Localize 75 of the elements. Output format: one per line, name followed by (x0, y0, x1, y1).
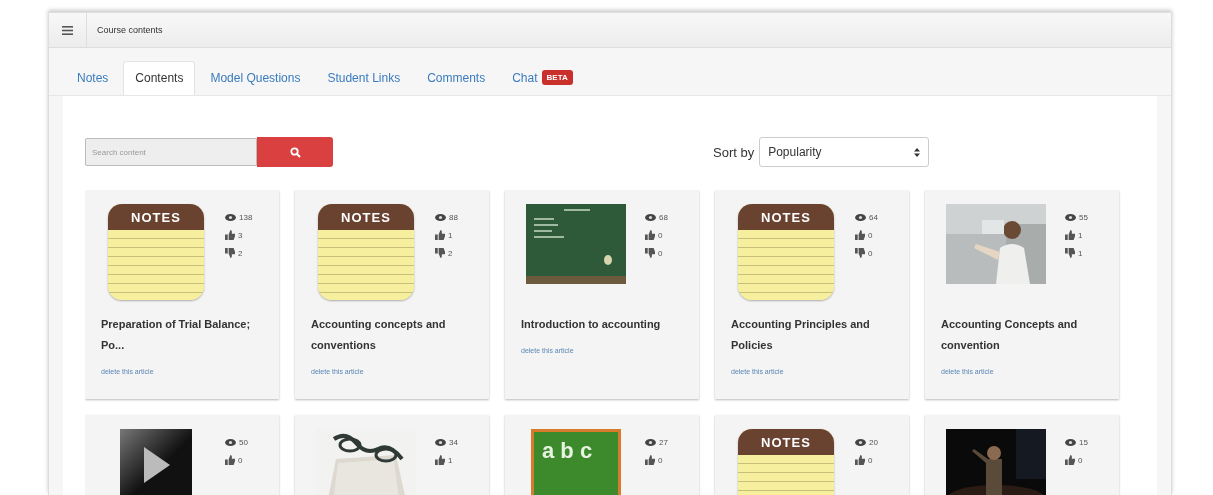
dislike-count: 1 (1078, 248, 1083, 258)
view-count: 55 (1079, 212, 1088, 222)
tab[interactable]: Model Questions (198, 61, 313, 95)
letters-label: a b c (541, 437, 594, 464)
thumbs-up-icon (1065, 455, 1075, 465)
beta-badge: BETA (541, 70, 573, 85)
tab[interactable]: Comments (415, 61, 498, 95)
eye-icon (645, 212, 656, 222)
notes-label: NOTES (761, 434, 811, 450)
tab[interactable]: Notes (65, 61, 121, 95)
thumbs-down-icon (855, 248, 865, 258)
like-count: 0 (868, 230, 873, 240)
tab[interactable]: Student Links (315, 61, 413, 95)
view-count: 27 (659, 437, 668, 447)
view-count: 64 (869, 212, 878, 222)
article-title[interactable]: Introduction to accounting (521, 314, 681, 335)
notes-label: NOTES (761, 209, 811, 225)
dislike-count: 0 (868, 248, 873, 258)
like-count: 3 (238, 230, 243, 240)
view-count: 88 (449, 212, 458, 222)
tab[interactable]: Contents (123, 61, 196, 95)
notes-label: NOTES (341, 209, 391, 225)
eye-icon (225, 437, 236, 447)
like-count: 0 (658, 455, 663, 465)
eye-icon (645, 437, 656, 447)
view-count: 20 (869, 437, 878, 447)
eye-icon (225, 212, 236, 222)
dislike-count: 2 (448, 248, 453, 258)
eye-icon (435, 212, 446, 222)
view-count: 34 (449, 437, 458, 447)
sort-dropdown[interactable]: Popularity (759, 137, 930, 167)
like-count: 0 (658, 230, 663, 240)
thumbs-up-icon (645, 455, 655, 465)
thumbs-up-icon (435, 455, 445, 465)
view-count: 15 (1079, 437, 1088, 447)
like-count: 0 (238, 455, 243, 465)
menu-icon (62, 25, 73, 35)
thumbs-up-icon (855, 455, 865, 465)
article-title[interactable]: Preparation of Trial Balance; Po... (101, 314, 261, 356)
article-title[interactable]: Accounting Principles and Policies (731, 314, 891, 356)
eye-icon (1065, 212, 1076, 222)
eye-icon (1065, 437, 1076, 447)
view-count: 50 (239, 437, 248, 447)
sort-label: Sort by (713, 144, 755, 160)
thumbs-up-icon (225, 455, 235, 465)
notes-label: NOTES (131, 209, 181, 225)
tab[interactable]: Chat BETA (500, 60, 585, 95)
thumbs-up-icon (435, 230, 445, 240)
article-title[interactable]: Accounting Concepts and convention (941, 314, 1101, 356)
thumbs-down-icon (645, 248, 655, 258)
dislike-count: 2 (238, 248, 243, 258)
article-title[interactable]: Accounting concepts and conventions (311, 314, 471, 356)
panel-title: Course contents (97, 25, 163, 35)
dropdown-arrows-icon (914, 147, 921, 157)
thumbs-up-icon (645, 230, 655, 240)
thumbs-down-icon (435, 248, 445, 258)
search-icon (289, 146, 301, 158)
view-count: 68 (659, 212, 668, 222)
thumbs-up-icon (1065, 230, 1075, 240)
thumbs-up-icon (225, 230, 235, 240)
thumbs-down-icon (225, 248, 235, 258)
search-field[interactable]: Search content (85, 138, 257, 166)
like-count: 1 (448, 230, 453, 240)
thumbs-up-icon (855, 230, 865, 240)
like-count: 0 (868, 455, 873, 465)
like-count: 1 (448, 455, 453, 465)
eye-icon (435, 437, 446, 447)
eye-icon (855, 212, 866, 222)
video-play-icon (120, 429, 192, 495)
thumbs-down-icon (1065, 248, 1075, 258)
dislike-count: 0 (658, 248, 663, 258)
like-count: 0 (1078, 455, 1083, 465)
like-count: 1 (1078, 230, 1083, 240)
eye-icon (855, 437, 866, 447)
view-count: 138 (239, 212, 253, 222)
